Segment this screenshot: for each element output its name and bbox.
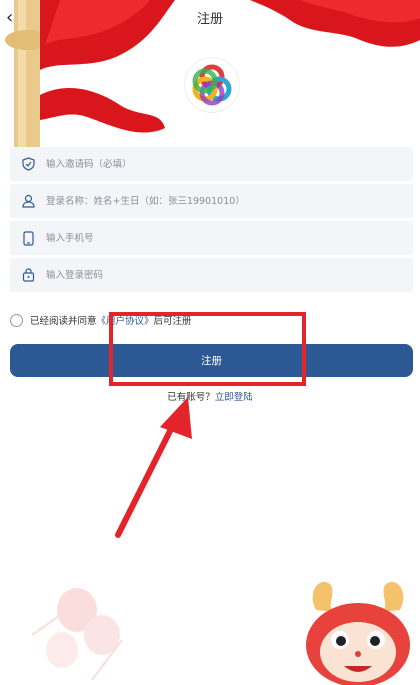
red-arrow-annotation [115,397,192,538]
username-input[interactable] [46,195,413,207]
agree-radio[interactable] [10,313,23,327]
password-input[interactable] [46,269,413,281]
login-prompt: 已有账号？立即登陆 [0,389,420,403]
agreement-prefix: 已经阅读并同意 [30,316,97,327]
phone-input[interactable] [46,232,413,244]
password-row [10,258,413,292]
phone-row [10,221,413,255]
lock-icon [10,268,46,282]
user-icon [10,194,46,208]
top-bar: ‹ 注册 [0,0,420,36]
dragon-mascot-illustration [306,581,410,685]
app-logo [185,58,239,112]
invite-code-input[interactable] [46,158,413,170]
highlight-box [109,312,306,386]
invite-code-row [10,147,413,181]
shield-icon [10,157,46,171]
phone-icon [10,230,46,246]
username-row [10,184,413,218]
lantern-illustration [31,588,123,681]
login-link[interactable]: 立即登陆 [215,392,253,403]
page-title: 注册 [196,12,223,27]
